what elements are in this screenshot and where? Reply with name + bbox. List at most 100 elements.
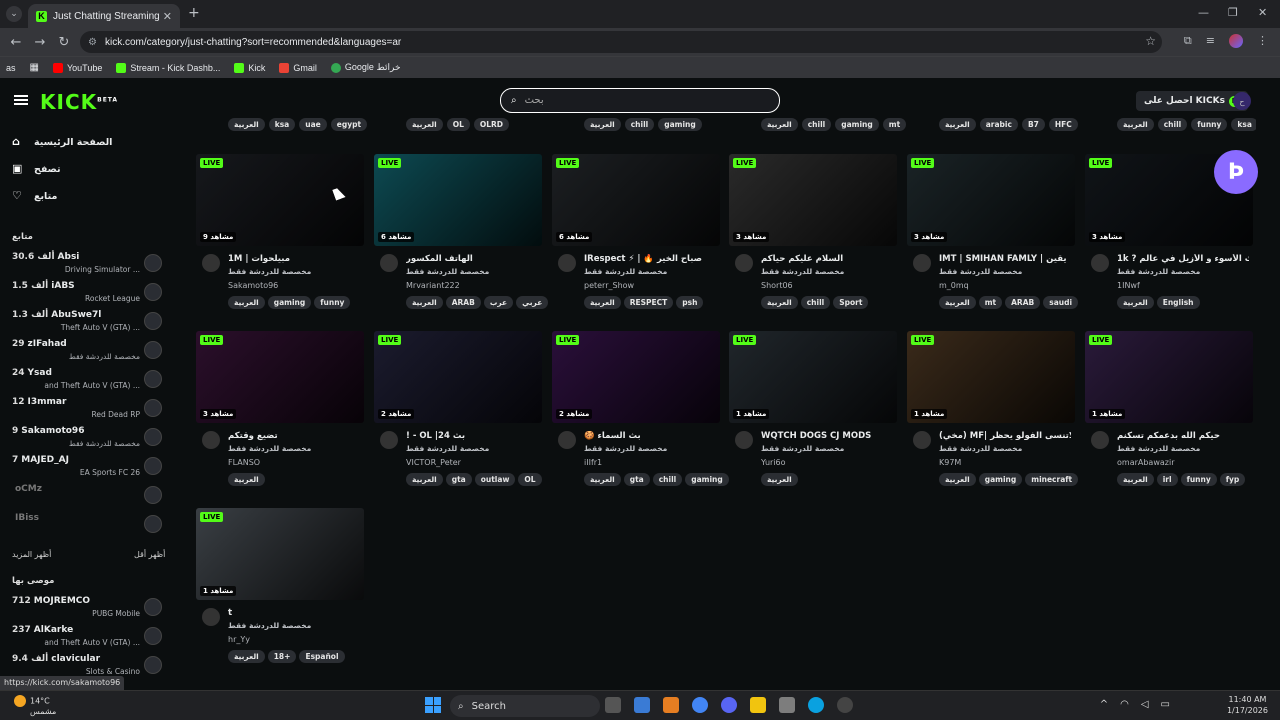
tray-chevron-icon[interactable]: ^	[1100, 699, 1108, 710]
store-icon[interactable]	[779, 697, 795, 713]
tag[interactable]: HFC	[1048, 118, 1078, 131]
tag[interactable]: gta	[445, 473, 472, 486]
stream-category[interactable]: مخصصة للدردشة فقط	[228, 444, 311, 453]
stream-card[interactable]: LIVE 1 مشاهد WQTCH DOGS CJ MODS مخصصة للدرد…	[729, 331, 897, 501]
tag[interactable]: English	[1156, 296, 1200, 309]
windows-start-icon[interactable]	[425, 697, 441, 713]
streamer-name[interactable]: Yuri6o	[761, 458, 786, 467]
stream-title[interactable]: حيكم الله بدعمكم تسكنم	[1117, 431, 1249, 441]
streamer-avatar[interactable]	[202, 254, 220, 272]
tag[interactable]: العربية	[406, 473, 443, 486]
tag[interactable]: psh	[676, 296, 704, 309]
volume-icon[interactable]: ◁	[1141, 699, 1149, 710]
close-window-icon[interactable]: ✕	[1258, 6, 1267, 19]
stream-thumbnail[interactable]: LIVE 3 مشاهد	[729, 154, 897, 246]
stream-title[interactable]: 1M | مبيلحوات	[228, 254, 360, 264]
bookmark-gmail[interactable]: Gmail	[279, 62, 317, 73]
weather-widget[interactable]: 14°C مشمس	[14, 695, 56, 716]
tag[interactable]: العربية	[228, 650, 265, 663]
streamer-avatar[interactable]	[558, 254, 576, 272]
tag[interactable]: العربية	[761, 296, 798, 309]
tag[interactable]: B7	[1021, 118, 1045, 131]
tag[interactable]: العربية	[228, 296, 265, 309]
sidebar-item-home[interactable]: ⌂ الصفحة الرئيسية	[12, 136, 112, 148]
site-info-icon[interactable]: ⚙	[88, 37, 97, 48]
tag[interactable]: gaming	[835, 118, 879, 131]
tag[interactable]: funny	[1180, 473, 1217, 486]
sidebar-channel[interactable]: IBiss	[12, 511, 162, 539]
stream-title[interactable]: IRespect ⚡ | 🔥 صباح الخير	[584, 254, 716, 264]
tag[interactable]: chill	[624, 118, 655, 131]
back-icon[interactable]: ←	[4, 35, 28, 50]
tag[interactable]: العربية	[761, 118, 798, 131]
tag[interactable]: OL	[446, 118, 470, 131]
tag[interactable]: gta	[623, 473, 650, 486]
bookmark-star-icon[interactable]: ☆	[1145, 34, 1156, 48]
tag[interactable]: العربية	[1117, 118, 1154, 131]
sidebar-channel[interactable]: 9 Sakamoto96 مخصصة للدردشة فقط	[12, 424, 162, 452]
tag[interactable]: arabic	[979, 118, 1018, 131]
tag[interactable]: 18+	[267, 650, 297, 663]
stream-card[interactable]: LIVE 1 مشاهد (مخي) MF| بث الان لاتنسى الفو…	[907, 331, 1079, 501]
tag[interactable]: mt	[978, 296, 1003, 309]
user-avatar[interactable]: ح	[1233, 92, 1251, 110]
stream-title[interactable]: تضيع وقتكم	[228, 431, 360, 441]
bookmark-youtube[interactable]: YouTube	[52, 62, 102, 73]
tag[interactable]: irl	[1156, 473, 1178, 486]
streamer-name[interactable]: hr_Yy	[228, 635, 250, 644]
edge-icon[interactable]	[808, 697, 824, 713]
tag[interactable]: funny	[1191, 118, 1228, 131]
streamer-name[interactable]: Short06	[761, 281, 793, 290]
tag[interactable]: egypt	[330, 118, 368, 131]
forward-icon[interactable]: →	[28, 35, 52, 50]
streamer-avatar[interactable]	[913, 431, 931, 449]
browser-tab-active[interactable]: K Just Chatting Streaming - Live S ✕	[28, 4, 180, 28]
stream-title[interactable]: (مخي) MF| بث الان لاتنسى الفولو يحظر	[939, 431, 1071, 441]
stream-thumbnail[interactable]: LIVE 2 مشاهد	[552, 331, 720, 423]
clock[interactable]: 11:40 AM 1/17/2026	[1227, 694, 1268, 716]
stream-card[interactable]: LIVE 2 مشاهد 🍪 بث السماء مخصصة للدردشة فقط i…	[552, 331, 729, 501]
floating-assistant-icon[interactable]: Ϸ	[1214, 150, 1258, 194]
stream-category[interactable]: مخصصة للدردشة فقط	[228, 621, 311, 630]
streamer-avatar[interactable]	[735, 431, 753, 449]
streamer-avatar[interactable]	[735, 254, 753, 272]
bookmark-prefix[interactable]: as	[6, 63, 16, 73]
chrome-icon[interactable]	[692, 697, 708, 713]
tag[interactable]: العربية	[584, 118, 621, 131]
stream-thumbnail[interactable]: LIVE 6 مشاهد	[552, 154, 720, 246]
streamer-avatar[interactable]	[380, 431, 398, 449]
tag[interactable]: fyp	[1219, 473, 1246, 486]
tag[interactable]: funny	[314, 296, 351, 309]
show-less-link[interactable]: أظهر أقل	[134, 550, 165, 559]
get-kicks-button[interactable]: احصل على KICKs K	[1136, 91, 1248, 111]
streamer-name[interactable]: VICTOR_Peter	[406, 458, 461, 467]
tag[interactable]: chill	[652, 473, 683, 486]
tag[interactable]: chill	[800, 296, 831, 309]
streamer-name[interactable]: m_0mq	[939, 281, 969, 290]
streamer-avatar[interactable]	[1091, 254, 1109, 272]
discord-icon[interactable]	[721, 697, 737, 713]
stream-thumbnail[interactable]: LIVE 1 مشاهد	[196, 508, 364, 600]
tag[interactable]: Sport	[833, 296, 869, 309]
streamer-avatar[interactable]	[202, 608, 220, 626]
stream-category[interactable]: مخصصة للدردشة فقط	[939, 267, 1022, 276]
tag[interactable]: gaming	[978, 473, 1023, 486]
stream-category[interactable]: مخصصة للدردشة فقط	[1117, 444, 1200, 453]
stream-card[interactable]: LIVE 3 مشاهد السلام عليكم حياكم مخصصة للدرد…	[729, 154, 897, 324]
stream-card[interactable]: LIVE 6 مشاهد IRespect ⚡ | 🔥 صباح الخير مخصص…	[552, 154, 720, 324]
stream-thumbnail[interactable]: LIVE 6 مشاهد	[374, 154, 542, 246]
tag[interactable]: gaming	[685, 473, 729, 486]
bookmark-google-maps[interactable]: Google خرائط	[330, 62, 401, 73]
stream-category[interactable]: مخصصة للدردشة فقط	[228, 267, 311, 276]
tag[interactable]: عرب	[483, 296, 514, 309]
stream-card[interactable]: LIVE 6 مشاهد الهاتف المكسور مخصصة للدردشة ف…	[374, 154, 549, 324]
show-more-link[interactable]: أظهر المزيد	[12, 550, 51, 559]
stream-thumbnail[interactable]: LIVE 2 مشاهد	[374, 331, 542, 423]
tag[interactable]: العربية	[584, 473, 621, 486]
stream-thumbnail[interactable]: LIVE 1 مشاهد	[729, 331, 897, 423]
kick-logo[interactable]: KICKBETA	[40, 90, 118, 114]
streamer-avatar[interactable]	[1091, 431, 1109, 449]
streamer-name[interactable]: Sakamoto96	[228, 281, 278, 290]
stream-thumbnail[interactable]: LIVE 3 مشاهد	[907, 154, 1075, 246]
tag[interactable]: ARAB	[1005, 296, 1041, 309]
